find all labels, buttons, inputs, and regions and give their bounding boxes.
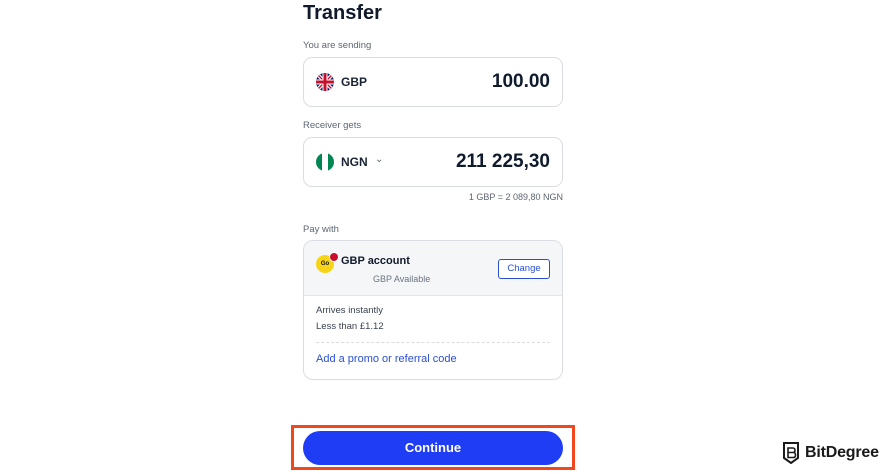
- nigeria-flag-icon: [316, 153, 334, 171]
- receive-amount-field[interactable]: NGN ⌄ 211 225,30: [303, 137, 563, 187]
- receive-amount: 211 225,30: [455, 151, 550, 172]
- page-title: Transfer: [303, 2, 382, 24]
- fee-text: Less than £1.12: [316, 321, 384, 332]
- account-balance: GBP Available: [373, 274, 431, 284]
- receive-label: Receiver gets: [303, 120, 362, 131]
- bitdegree-watermark: BitDegree: [782, 440, 879, 466]
- chevron-down-icon[interactable]: ⌄: [375, 154, 383, 165]
- uk-flag-icon: [316, 73, 334, 91]
- transfer-page: Transfer You are sending GBP 100.00 Rece…: [0, 0, 880, 474]
- pay-with-label: Pay with: [303, 224, 339, 235]
- send-amount[interactable]: 100.00: [492, 71, 550, 93]
- watermark-text: BitDegree: [805, 444, 879, 461]
- promo-code-link[interactable]: Add a promo or referral code: [316, 353, 457, 365]
- receive-currency-select[interactable]: NGN: [341, 155, 368, 169]
- payment-method-card: Go GBP account GBP Available Change Arri…: [303, 240, 563, 380]
- send-amount-field[interactable]: GBP 100.00: [303, 57, 563, 107]
- uk-mini-flag-icon: [329, 252, 339, 262]
- arrival-time: Arrives instantly: [316, 305, 384, 316]
- bitdegree-logo-icon: [782, 442, 800, 465]
- account-name: GBP account: [341, 255, 410, 267]
- change-button[interactable]: Change: [498, 259, 550, 279]
- send-label: You are sending: [303, 40, 372, 51]
- divider: [316, 342, 550, 343]
- exchange-rate: 1 GBP = 2 089,80 NGN: [468, 192, 563, 202]
- account-row: Go GBP account GBP Available Change: [304, 241, 562, 296]
- continue-button[interactable]: Continue: [303, 431, 563, 465]
- send-currency: GBP: [341, 75, 368, 89]
